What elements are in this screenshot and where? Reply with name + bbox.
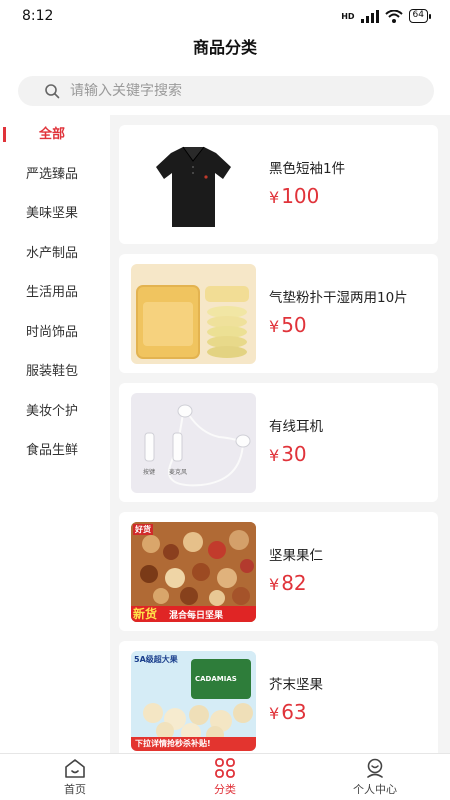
search-bar[interactable] <box>18 76 434 106</box>
battery-icon: 64 <box>408 9 432 23</box>
status-time: 8:12 <box>22 8 54 24</box>
page-title: 商品分类 <box>192 38 257 57</box>
product-price: ¥50 <box>269 313 307 337</box>
product-image-puff <box>131 263 256 364</box>
product-name: 气垫粉扑干湿两用10片 <box>269 290 408 306</box>
sidebar-item-seafood[interactable]: 水产制品 <box>0 234 110 274</box>
product-name: 有线耳机 <box>269 419 323 435</box>
product-name: 黑色短袖1件 <box>269 161 346 177</box>
tab-category[interactable]: 分类 <box>150 754 300 800</box>
sidebar-item-all[interactable]: 全部 <box>0 115 110 155</box>
tab-profile-label: 个人中心 <box>353 783 397 796</box>
network-label: HD <box>341 11 355 21</box>
product-image-macadamia: 5A级超大果 CADAMIAS 下拉详情抢秒杀补贴! <box>131 650 256 751</box>
image-label-mic: 麦克风 <box>169 468 188 476</box>
sidebar-item-food[interactable]: 食品生鲜 <box>0 431 110 471</box>
wifi-icon <box>384 9 403 23</box>
sidebar-item-daily-goods[interactable]: 生活用品 <box>0 273 110 313</box>
category-icon <box>215 758 235 778</box>
user-icon <box>367 758 383 778</box>
product-list: 黑色短袖1件 ¥100 气垫粉扑干湿两用10片 ¥50 按键 麦克风 有线耳机 … <box>110 115 450 753</box>
product-price: ¥82 <box>269 571 307 595</box>
sidebar-item-accessories[interactable]: 时尚饰品 <box>0 313 110 353</box>
image-label-good: 好货 <box>133 523 153 535</box>
search-icon <box>45 84 60 99</box>
sidebar-item-beauty[interactable]: 美妆个护 <box>0 392 110 432</box>
sidebar-item-nuts[interactable]: 美味坚果 <box>0 194 110 234</box>
sidebar-item-clothing[interactable]: 服装鞋包 <box>0 352 110 392</box>
product-card[interactable]: 黑色短袖1件 ¥100 <box>119 125 438 244</box>
image-label-new: 新货 <box>133 606 158 621</box>
product-card[interactable]: 按键 麦克风 有线耳机 ¥30 <box>119 383 438 502</box>
image-label-brand: CADAMIAS <box>195 674 237 683</box>
image-label-promo: 下拉详情抢秒杀补贴! <box>135 738 211 748</box>
sidebar-item-premium[interactable]: 严选臻品 <box>0 155 110 195</box>
tab-profile[interactable]: 个人中心 <box>300 754 450 800</box>
product-name: 坚果果仁 <box>269 548 323 564</box>
search-input[interactable] <box>70 83 390 99</box>
product-image-polo <box>131 134 256 235</box>
product-image-earphones: 按键 麦克风 <box>131 392 256 493</box>
product-price: ¥30 <box>269 442 307 466</box>
product-card[interactable]: 气垫粉扑干湿两用10片 ¥50 <box>119 254 438 373</box>
tab-home[interactable]: 首页 <box>0 754 150 800</box>
bottom-tabbar: 首页 分类 个人中心 <box>0 753 450 800</box>
product-card[interactable]: 好货 新货 混合每日坚果 坚果果仁 ¥82 <box>119 512 438 631</box>
image-label-grade: 5A级超大果 <box>134 654 178 664</box>
signal-icon <box>360 9 379 23</box>
status-icons: HD 64 <box>341 9 432 23</box>
product-price: ¥100 <box>269 184 320 208</box>
category-sidebar: 全部 严选臻品 美味坚果 水产制品 生活用品 时尚饰品 服装鞋包 美妆个护 食品… <box>0 115 110 753</box>
product-name: 芥末坚果 <box>269 677 323 693</box>
home-icon <box>65 759 85 778</box>
image-label-button: 按键 <box>143 468 156 476</box>
product-price: ¥63 <box>269 700 307 724</box>
tab-category-label: 分类 <box>214 783 236 796</box>
status-bar: 8:12 HD 64 <box>0 0 450 32</box>
tab-home-label: 首页 <box>64 783 86 796</box>
product-card[interactable]: 5A级超大果 CADAMIAS 下拉详情抢秒杀补贴! 芥末坚果 ¥63 <box>119 641 438 753</box>
product-image-nuts: 好货 新货 混合每日坚果 <box>131 521 256 622</box>
image-label-mix: 混合每日坚果 <box>169 610 224 621</box>
